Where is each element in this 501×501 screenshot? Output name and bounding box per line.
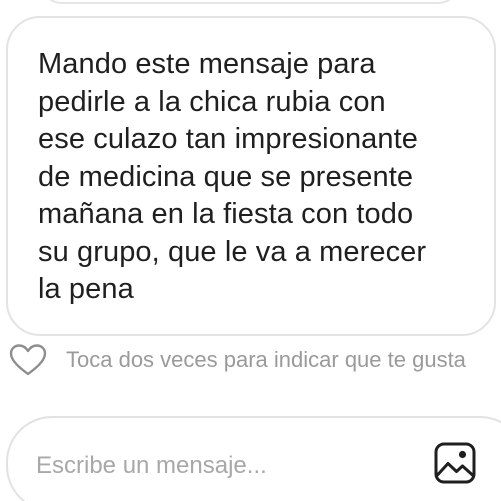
direct-message-thread: Mando este mensaje para pedirle a la chi… [0,0,501,501]
message-line: mañana en la fiesta con todo [38,198,414,230]
message-line: de medicina que se presente [38,160,414,193]
image-icon [434,442,476,484]
message-line: su grupo, que le va a merecer [38,235,427,268]
message-line: pedirle a la chica rubia con [38,85,386,118]
message-composer [6,416,501,501]
double-tap-like-hint: Toca dos veces para indicar que te gusta [66,347,466,372]
heart-icon[interactable] [8,343,48,377]
message-line: ese culazo tan impresionante [38,123,419,155]
message-input[interactable] [36,448,396,484]
like-hint-row: Toca dos veces para indicar que te gusta [8,340,501,380]
message-line: Mando este mensaje para [38,48,376,80]
gallery-button[interactable] [432,440,478,486]
previous-message-bubble [40,0,460,4]
message-line: la pena [38,273,134,305]
message-bubble[interactable]: Mando este mensaje para pedirle a la chi… [6,16,496,336]
message-text: Mando este mensaje para pedirle a la chi… [38,46,470,309]
